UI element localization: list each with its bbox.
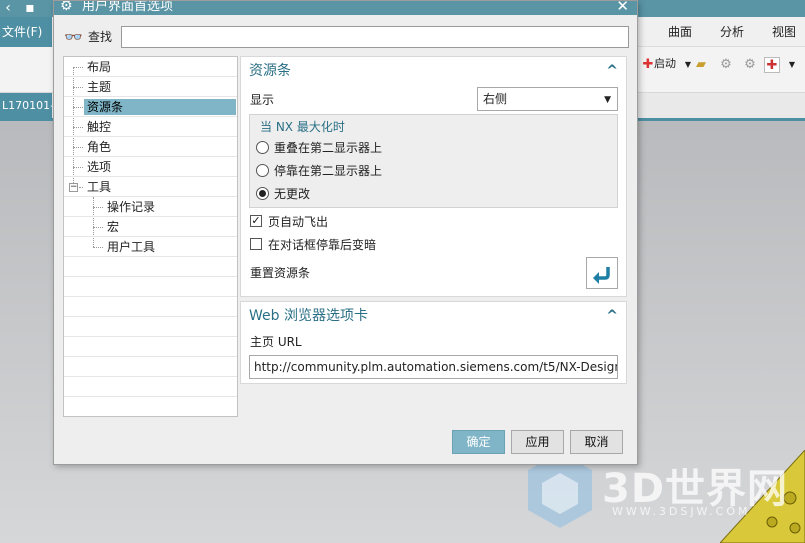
open-folder-icon[interactable]: ▰ [693, 57, 709, 73]
settings-panel: 资源条 ^ 显示 右侧 ▼ 当 NX 最大化时 重叠在第二显示器上 停靠在第二显… [240, 56, 629, 417]
radio-label: 停靠在第二显示器上 [274, 164, 383, 178]
menu-file[interactable]: 文件(F) [0, 17, 52, 47]
tree-item-label: 资源条 [84, 99, 236, 115]
watermark-url: WWW.3DSJW.COM [612, 505, 751, 518]
radio-button[interactable] [256, 164, 269, 177]
find-input[interactable] [121, 26, 629, 48]
tree-item-theme[interactable]: 主题 [64, 77, 237, 97]
dialog-title: 用户界面首选项 [82, 1, 174, 14]
menu-surface[interactable]: 曲面 [668, 17, 692, 47]
radio-label: 重叠在第二显示器上 [274, 141, 383, 155]
radio-no-change[interactable]: 无更改 [256, 185, 596, 203]
cancel-button[interactable]: 取消 [570, 430, 623, 454]
section-title: 资源条 [249, 63, 291, 79]
reset-arrow-icon [593, 267, 610, 284]
tree-item-options[interactable]: 选项 [64, 157, 237, 177]
tree-empty-row [64, 397, 237, 416]
tree-item-layout[interactable]: 布局 [64, 57, 237, 77]
tree-item-label: 角色 [87, 140, 112, 154]
dim-after-dock-checkbox-row[interactable]: 在对话框停靠后变暗 [250, 236, 590, 254]
ui-preferences-dialog: ⚙ 用户界面首选项 ✕ 👓 查找 布局 主题 资源条 触控 角色 选项 − 工具… [53, 0, 638, 465]
tree-item-label: 布局 [87, 60, 112, 74]
section-title: Web 浏览器选项卡 [249, 308, 368, 324]
radio-label: 无更改 [274, 187, 311, 201]
tree-empty-row [64, 337, 237, 357]
tree-branch [73, 67, 83, 68]
dim-after-dock-checkbox[interactable] [250, 238, 262, 250]
tree-item-journal[interactable]: 操作记录 [64, 197, 237, 217]
collapse-toggle-icon[interactable]: − [69, 183, 78, 192]
tree-item-label: 触控 [87, 120, 112, 134]
save-icon[interactable]: ▪ [22, 0, 38, 17]
checkbox-label: 页自动飞出 [268, 215, 329, 229]
menu-view[interactable]: 视图 [772, 17, 796, 47]
binoculars-icon: 👓 [64, 28, 83, 46]
tree-item-label: 宏 [107, 220, 120, 234]
ok-button[interactable]: 确定 [452, 430, 505, 454]
group-title: 当 NX 最大化时 [260, 120, 345, 134]
home-url-input[interactable]: http://community.plm.automation.siemens.… [249, 355, 618, 379]
tree-branch [73, 167, 83, 168]
home-url-label: 主页 URL [250, 335, 302, 349]
tree-empty-row [64, 277, 237, 297]
tree-branch [93, 247, 103, 248]
tree-item-touch[interactable]: 触控 [64, 117, 237, 137]
display-select[interactable]: 右侧 ▼ [477, 87, 618, 111]
tree-empty-row [64, 377, 237, 397]
close-icon[interactable]: ✕ [616, 1, 629, 15]
category-tree: 布局 主题 资源条 触控 角色 选项 − 工具 操作记录 宏 用户工具 [63, 56, 238, 417]
web-browser-section: Web 浏览器选项卡 ^ 主页 URL http://community.plm… [240, 301, 627, 384]
radio-button[interactable] [256, 141, 269, 154]
document-tab[interactable]: L170101- [0, 93, 52, 118]
reset-resource-bar-button[interactable] [586, 257, 618, 289]
reset-resource-bar-label: 重置资源条 [250, 266, 311, 280]
tree-empty-row [64, 257, 237, 277]
radio-overlap-second-monitor[interactable]: 重叠在第二显示器上 [256, 139, 596, 157]
start-dropdown[interactable]: 启动 [654, 55, 676, 73]
gear-tool-icon[interactable]: ⚙ [742, 57, 758, 73]
maximized-group: 当 NX 最大化时 重叠在第二显示器上 停靠在第二显示器上 无更改 [249, 114, 618, 208]
tree-empty-row [64, 357, 237, 377]
tree-item-label: 操作记录 [107, 200, 156, 214]
menu-analysis[interactable]: 分析 [720, 17, 744, 47]
auto-flyout-checkbox[interactable]: ✓ [250, 215, 262, 227]
radio-dock-second-monitor[interactable]: 停靠在第二显示器上 [256, 162, 596, 180]
tree-branch [93, 227, 103, 228]
collapse-section-icon[interactable]: ^ [606, 307, 618, 325]
apply-button[interactable]: 应用 [511, 430, 564, 454]
tree-item-label: 选项 [87, 160, 112, 174]
part-icon[interactable]: ✚ [764, 57, 780, 73]
tree-item-tools[interactable]: − 工具 [64, 177, 237, 197]
find-row: 👓 查找 [62, 25, 632, 49]
tree-branch [79, 187, 83, 188]
tree-branch [73, 147, 83, 148]
dialog-titlebar[interactable]: ⚙ 用户界面首选项 ✕ [54, 1, 637, 15]
checkbox-label: 在对话框停靠后变暗 [268, 238, 377, 252]
gear-icon: ⚙ [60, 1, 73, 14]
tree-branch [73, 107, 83, 108]
tree-branch [73, 127, 83, 128]
find-label: 查找 [88, 30, 113, 44]
back-arrow-icon[interactable]: ‹ [0, 0, 16, 17]
tree-empty-row [64, 317, 237, 337]
auto-flyout-checkbox-row[interactable]: ✓ 页自动飞出 [250, 213, 590, 231]
resource-bar-section: 资源条 ^ 显示 右侧 ▼ 当 NX 最大化时 重叠在第二显示器上 停靠在第二显… [240, 56, 627, 297]
collapse-section-icon[interactable]: ^ [606, 62, 618, 80]
radio-button[interactable] [256, 187, 269, 200]
display-select-value: 右侧 [483, 92, 508, 106]
tree-branch [93, 207, 103, 208]
tree-empty-row [64, 297, 237, 317]
tree-item-label: 主题 [87, 80, 112, 94]
tree-item-label: 用户工具 [107, 240, 156, 254]
tree-branch [73, 87, 83, 88]
assembly-icon[interactable]: ⚙ [718, 57, 734, 73]
tree-item-resource-bar[interactable]: 资源条 [64, 97, 237, 117]
tree-item-macro[interactable]: 宏 [64, 217, 237, 237]
tree-item-user-tools[interactable]: 用户工具 [64, 237, 237, 257]
part-dropdown-arrow-icon[interactable]: ▼ [784, 57, 800, 73]
display-label: 显示 [250, 93, 275, 107]
chevron-down-icon: ▼ [604, 95, 611, 105]
tree-item-label: 工具 [87, 180, 112, 194]
tree-item-role[interactable]: 角色 [64, 137, 237, 157]
